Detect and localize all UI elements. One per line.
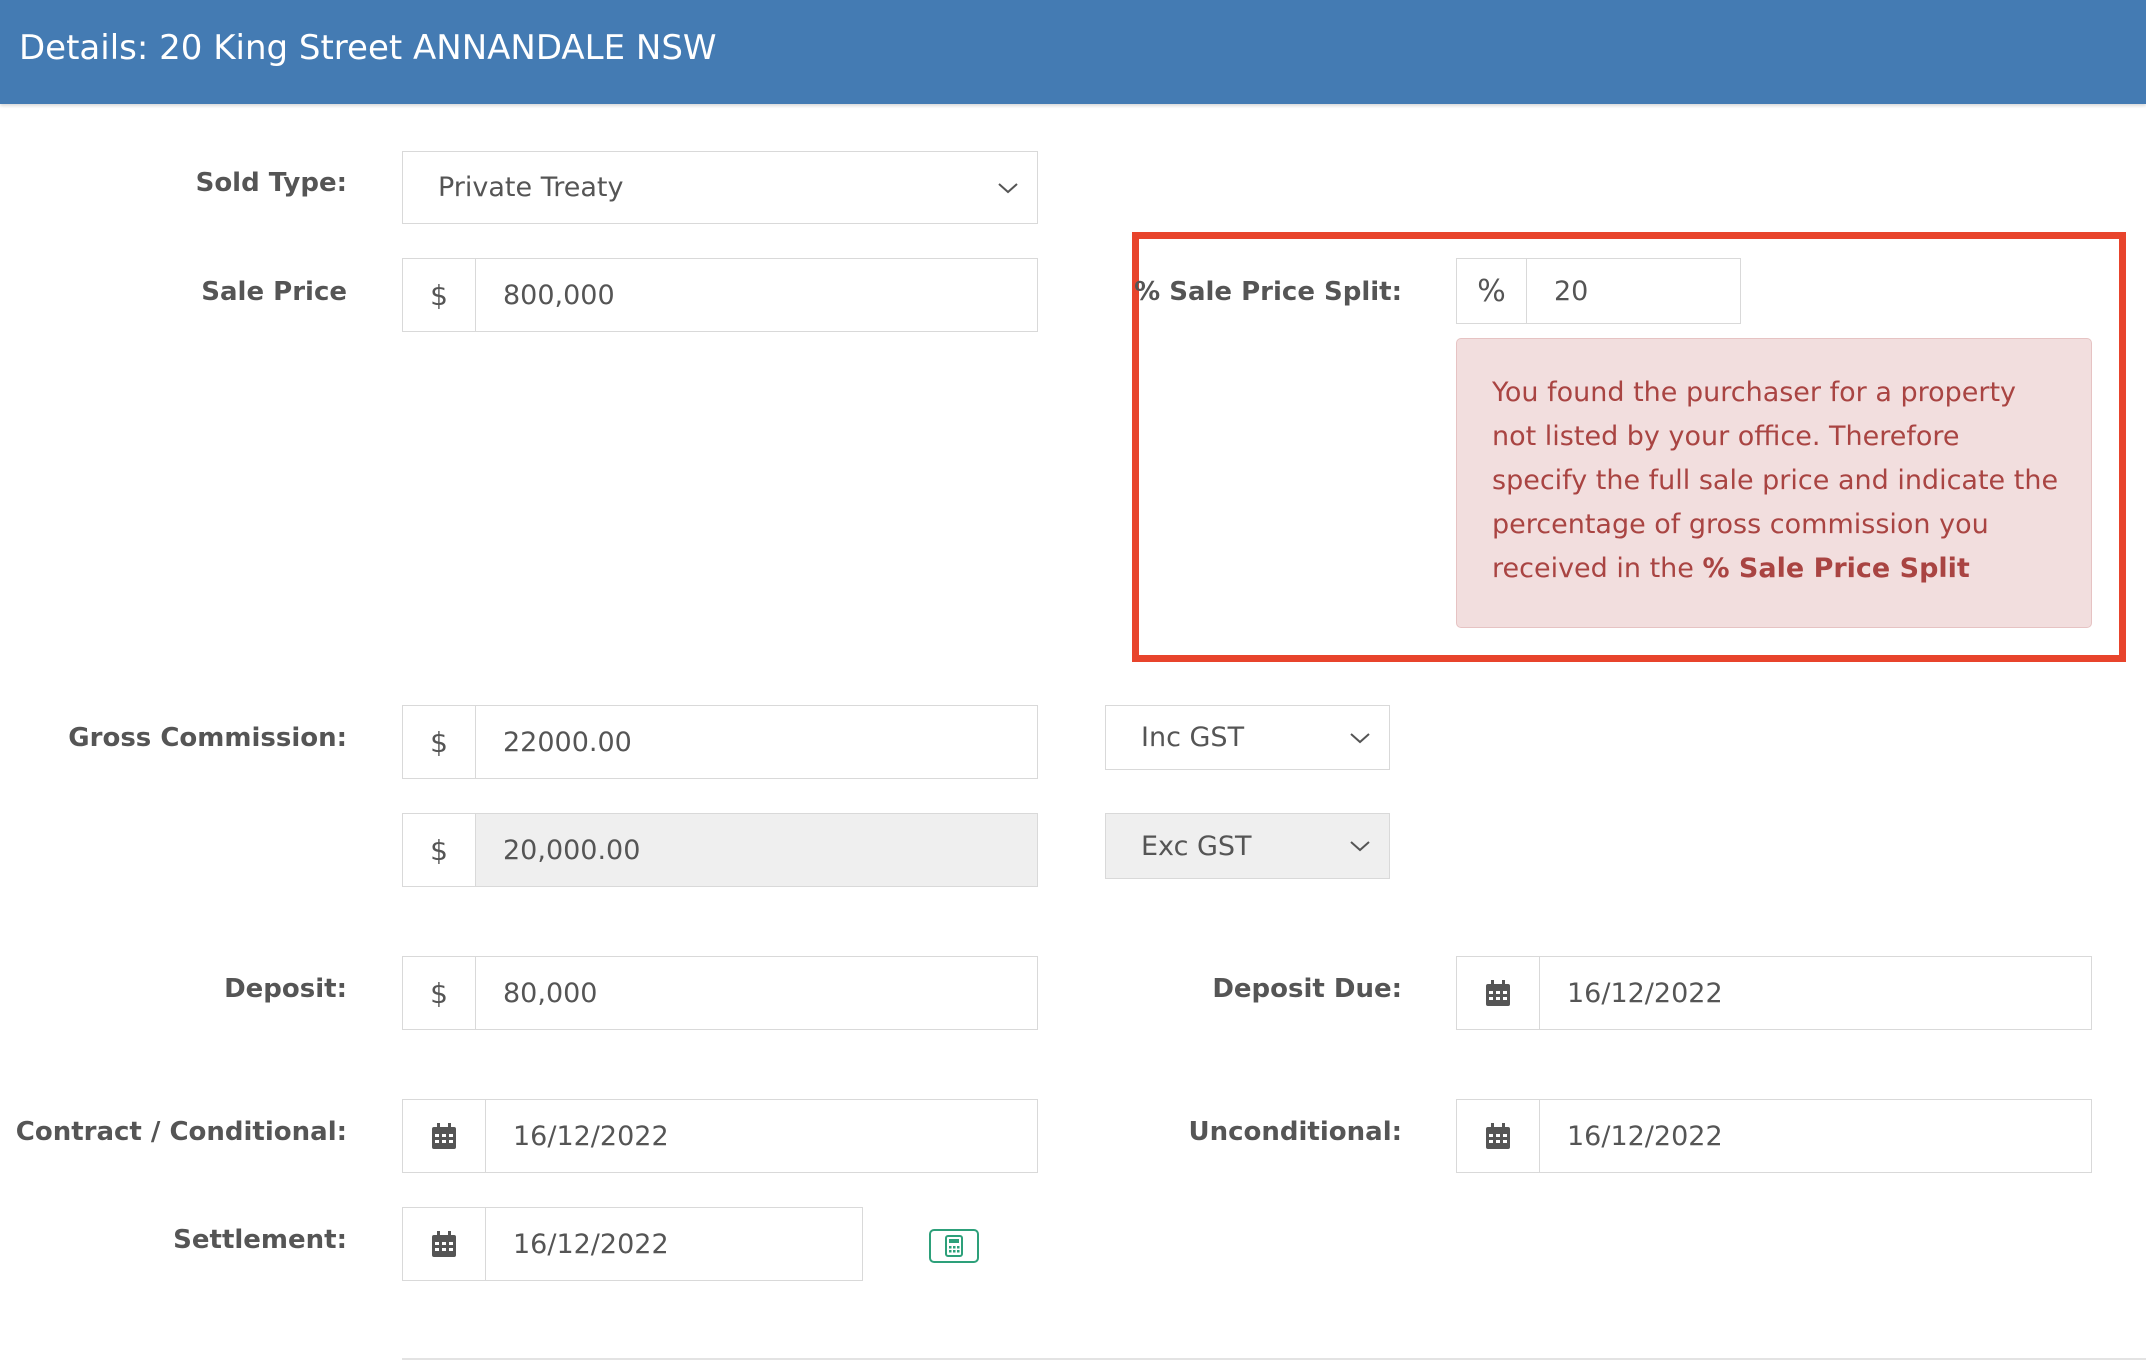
gross-commission-input[interactable]: 22000.00 — [476, 706, 1037, 778]
sale-price-label: Sale Price — [201, 277, 347, 307]
deposit-due-label: Deposit Due: — [1212, 974, 1402, 1004]
deposit-due-group: 16/12/2022 — [1456, 956, 2092, 1030]
sale-price-split-group: % 20 — [1456, 258, 1741, 324]
gross-commission-exc-input: 20,000.00 — [476, 814, 1037, 886]
sale-price-split-label: % Sale Price Split: — [1134, 277, 1402, 307]
settlement-group: 16/12/2022 — [402, 1207, 863, 1281]
calendar-addon[interactable] — [403, 1208, 486, 1280]
sold-type-label: Sold Type: — [195, 168, 347, 198]
chevron-down-icon — [1350, 841, 1370, 852]
chevron-down-icon — [1350, 732, 1370, 743]
settlement-label: Settlement: — [173, 1225, 347, 1255]
calculator-icon — [945, 1235, 963, 1257]
gross-commission-group: $ 22000.00 — [402, 705, 1038, 779]
sold-type-value: Private Treaty — [438, 172, 624, 203]
gross-commission-exc-group: $ 20,000.00 — [402, 813, 1038, 887]
exc-gst-select: Exc GST — [1105, 813, 1390, 879]
calendar-addon[interactable] — [403, 1100, 486, 1172]
calendar-icon — [432, 1231, 456, 1257]
percent-addon: % — [1457, 259, 1527, 323]
page-title: Details: 20 King Street ANNANDALE NSW — [19, 28, 717, 68]
deposit-due-input[interactable]: 16/12/2022 — [1540, 957, 2091, 1029]
sale-price-input[interactable]: 800,000 — [476, 259, 1037, 331]
contract-conditional-label: Contract / Conditional: — [15, 1117, 347, 1147]
alert-bold-text: % Sale Price Split — [1702, 553, 1970, 584]
unconditional-label: Unconditional: — [1188, 1117, 1403, 1147]
exc-gst-select-value: Exc GST — [1141, 830, 1252, 862]
deposit-group: $ 80,000 — [402, 956, 1038, 1030]
sold-type-select[interactable]: Private Treaty — [402, 151, 1038, 224]
chevron-down-icon — [998, 182, 1018, 193]
unconditional-input[interactable]: 16/12/2022 — [1540, 1100, 2091, 1172]
sale-price-group: $ 800,000 — [402, 258, 1038, 332]
calendar-icon — [1486, 980, 1510, 1006]
sale-price-split-alert: You found the purchaser for a property n… — [1456, 338, 2092, 628]
deposit-label: Deposit: — [224, 974, 347, 1004]
settlement-input[interactable]: 16/12/2022 — [486, 1208, 862, 1280]
contract-conditional-group: 16/12/2022 — [402, 1099, 1038, 1173]
calendar-icon — [1486, 1123, 1510, 1149]
dollar-addon: $ — [403, 259, 476, 331]
gst-select[interactable]: Inc GST — [1105, 705, 1390, 770]
contract-conditional-input[interactable]: 16/12/2022 — [486, 1100, 1037, 1172]
calendar-addon[interactable] — [1457, 957, 1540, 1029]
dollar-addon: $ — [403, 957, 476, 1029]
calendar-icon — [432, 1123, 456, 1149]
dollar-addon: $ — [403, 706, 476, 778]
unconditional-group: 16/12/2022 — [1456, 1099, 2092, 1173]
dollar-addon: $ — [403, 814, 476, 886]
calendar-addon[interactable] — [1457, 1100, 1540, 1172]
gst-select-value: Inc GST — [1141, 722, 1245, 753]
gross-commission-label: Gross Commission: — [68, 723, 347, 753]
deposit-input[interactable]: 80,000 — [476, 957, 1037, 1029]
settlement-calculator-button[interactable] — [929, 1229, 979, 1263]
sale-price-split-input[interactable]: 20 — [1527, 259, 1740, 323]
section-divider — [402, 1358, 2146, 1360]
page-header: Details: 20 King Street ANNANDALE NSW — [0, 0, 2146, 104]
